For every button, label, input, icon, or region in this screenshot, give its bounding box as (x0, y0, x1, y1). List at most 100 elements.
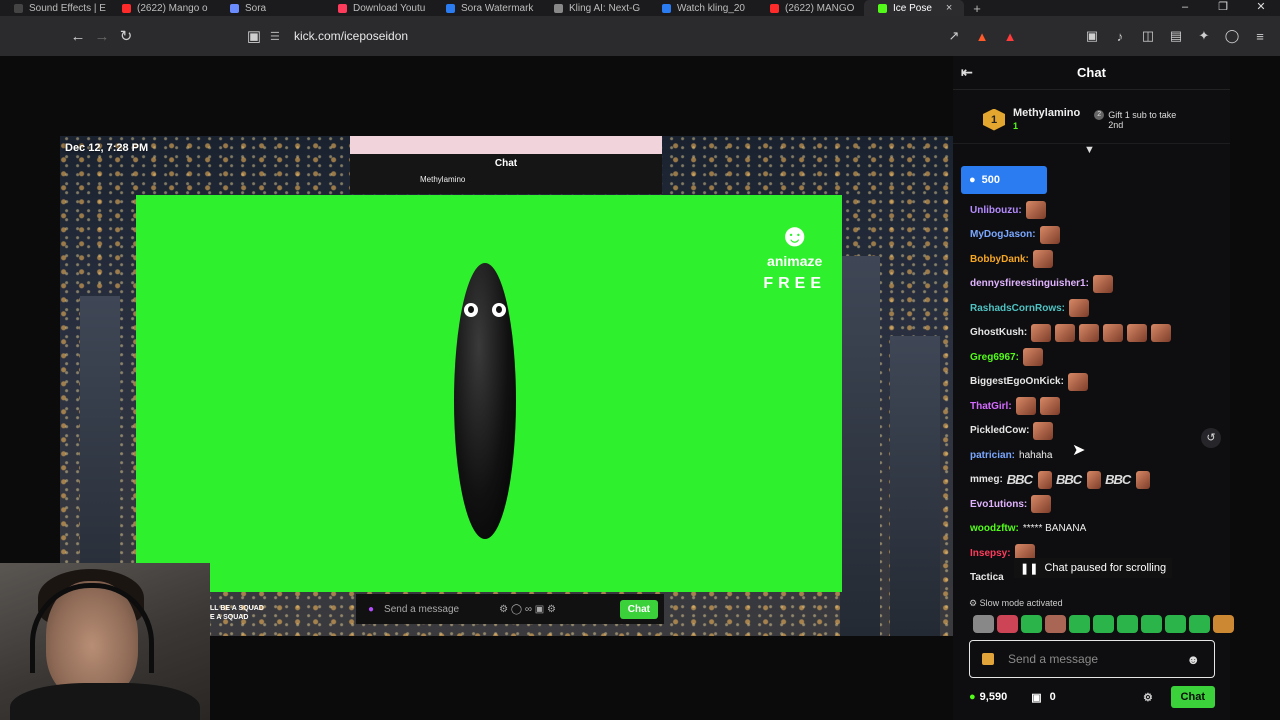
chat-username[interactable]: BiggestEgoOnKick: (970, 376, 1064, 387)
address-bar[interactable]: ☰ kick.com/iceposeidon (270, 22, 970, 50)
forward-icon[interactable]: → (90, 24, 114, 48)
quick-emote-icon[interactable] (1213, 615, 1234, 633)
quick-emote-icon[interactable] (997, 615, 1018, 633)
chat-username[interactable]: RashadsCornRows: (970, 303, 1065, 314)
quick-emote-icon[interactable] (1165, 615, 1186, 633)
chat-emote (1055, 323, 1076, 342)
tab-label: (2622) Mango o (137, 2, 208, 14)
minimize-icon[interactable]: – (1166, 0, 1204, 16)
chat-username[interactable]: mmeg: (970, 474, 1003, 485)
chat-message[interactable]: Evo1utions: (970, 492, 1225, 517)
emoji-icon[interactable]: ☻ (1186, 652, 1200, 667)
browser-tab[interactable]: Ice Pose × (864, 0, 964, 16)
chat-message[interactable]: Unlibouzu: (970, 198, 1225, 223)
gift-icon[interactable] (982, 653, 994, 665)
site-info-icon[interactable]: ☰ (270, 30, 282, 43)
chat-username[interactable]: MyDogJason: (970, 229, 1036, 240)
chat-username[interactable]: dennysfireestinguisher1: (970, 278, 1089, 289)
restore-icon[interactable]: ❐ (1204, 0, 1242, 16)
chat-username[interactable]: Unlibouzu: (970, 205, 1022, 216)
ai-icon[interactable]: ✦ (1192, 24, 1216, 48)
menu-icon[interactable]: ≡ (1248, 24, 1272, 48)
rewards-icon[interactable]: ▲ (998, 24, 1022, 48)
share-icon[interactable]: ↗ (942, 24, 966, 48)
browser-tab[interactable]: (2622) Mango o (108, 0, 216, 16)
chat-username[interactable]: woodzftw: (970, 523, 1019, 534)
close-window-icon[interactable]: ✕ (1242, 0, 1280, 16)
browser-tab[interactable]: Download Youtu (324, 0, 432, 16)
chat-message[interactable]: RashadsCornRows: (970, 296, 1225, 321)
browser-tab[interactable]: Watch kling_20 (648, 0, 756, 16)
chat-username[interactable]: Evo1utions: (970, 499, 1027, 510)
chat-message[interactable]: BobbyDank: (970, 247, 1225, 272)
mouse-cursor-icon: ➤ (1072, 442, 1086, 459)
chat-message[interactable]: MyDogJason: (970, 223, 1225, 248)
close-tab-icon[interactable]: × (946, 2, 952, 14)
mini-chat-window: Chat Methylamino (350, 136, 662, 194)
chat-username[interactable]: patrician: (970, 450, 1015, 461)
screenshot-icon[interactable]: ▣ (1080, 24, 1104, 48)
tab-label: Sound Effects | E (29, 2, 106, 14)
back-icon[interactable]: ← (66, 24, 90, 48)
browser-tab[interactable]: (2622) MANGO (756, 0, 864, 16)
chat-message[interactable]: ThatGirl: (970, 394, 1225, 419)
quick-emote-icon[interactable] (1117, 615, 1138, 633)
browser-tab[interactable]: Sound Effects | E (0, 0, 108, 16)
quick-emote-icon[interactable] (1021, 615, 1042, 633)
gift-box-icon[interactable]: ▣ (1031, 691, 1041, 704)
brave-shield-icon[interactable]: ▲ (970, 24, 994, 48)
quick-emote-icon[interactable] (1141, 615, 1162, 633)
chat-username[interactable]: BobbyDank: (970, 254, 1029, 265)
chat-username[interactable]: PickledCow: (970, 425, 1029, 436)
browser-tab[interactable]: Sora (216, 0, 324, 16)
wallet-icon[interactable]: ▤ (1164, 24, 1188, 48)
tab-favicon-icon (230, 3, 239, 13)
chat-paused-banner[interactable]: ❚❚ Chat paused for scrolling (1014, 558, 1173, 578)
expand-icon[interactable]: ▼ (1084, 144, 1095, 156)
media-icon[interactable]: ♪ (1108, 24, 1132, 48)
chat-input[interactable]: Send a message ☻ (969, 640, 1215, 678)
bookmark-icon[interactable]: ▣ (242, 24, 266, 48)
new-tab-icon[interactable]: + (964, 1, 990, 16)
chat-message[interactable]: PickledCow: (970, 419, 1225, 444)
chat-username[interactable]: Tactica (970, 572, 1004, 583)
chat-message[interactable]: BiggestEgoOnKick: (970, 370, 1225, 395)
chat-username[interactable]: GhostKush: (970, 327, 1027, 338)
avatar-eye-left (464, 303, 478, 317)
tab-favicon-icon (662, 3, 671, 13)
chat-message[interactable]: Greg6967: (970, 345, 1225, 370)
chat-username[interactable]: Insepsy: (970, 548, 1011, 559)
mini-window-header (350, 136, 662, 154)
chat-emote (1079, 323, 1100, 342)
sidebar-icon[interactable]: ◫ (1136, 24, 1160, 48)
toolbar-actions: ↗ ▲ ▲ ▣ ♪ ◫ ▤ ✦ ◯ ≡ (942, 24, 1272, 48)
chat-username[interactable]: ThatGirl: (970, 401, 1012, 412)
green-screen-overlay: ☻ animaze FREE (136, 195, 842, 592)
chat-message[interactable]: woodzftw: ***** BANANA (970, 517, 1225, 542)
chat-message[interactable]: GhostKush: (970, 321, 1225, 346)
browser-toolbar: ← → ↻ ▣ ☰ kick.com/iceposeidon ↗ ▲ ▲ ▣ ♪… (0, 16, 1280, 56)
send-chat-button[interactable]: Chat (1170, 686, 1215, 708)
goal-badge[interactable]: ● 500 (961, 166, 1047, 194)
quick-emote-icon[interactable] (973, 615, 994, 633)
chat-username[interactable]: Greg6967: (970, 352, 1019, 363)
chat-message[interactable]: dennysfireestinguisher1: (970, 272, 1225, 297)
chat-emote (1022, 348, 1043, 367)
scroll-to-bottom-icon[interactable]: ↺ (1201, 428, 1221, 448)
vpn-icon[interactable]: ◯ (1220, 24, 1244, 48)
chat-emote (1151, 323, 1172, 342)
quick-emote-icon[interactable] (1045, 615, 1066, 633)
chat-message[interactable]: patrician: hahaha (970, 443, 1225, 468)
settings-icon[interactable]: ⚙ (1143, 691, 1153, 704)
gift-count: 1 (1013, 120, 1019, 131)
browser-tab[interactable]: Sora Watermark (432, 0, 540, 16)
quick-emote-icon[interactable] (1189, 615, 1210, 633)
quick-emote-icon[interactable] (1093, 615, 1114, 633)
reload-icon[interactable]: ↻ (114, 24, 138, 48)
chat-message[interactable]: mmeg: BBC BBC BBC (970, 468, 1225, 493)
quick-emote-icon[interactable] (1069, 615, 1090, 633)
browser-tab[interactable]: Kling AI: Next-G (540, 0, 648, 16)
chat-text: ***** BANANA (1022, 523, 1087, 535)
top-gifters[interactable]: 1 Methylamino 1 2 Gift 1 sub to take 2nd (953, 96, 1230, 144)
collapse-chat-icon[interactable]: ⇤ (961, 64, 973, 81)
